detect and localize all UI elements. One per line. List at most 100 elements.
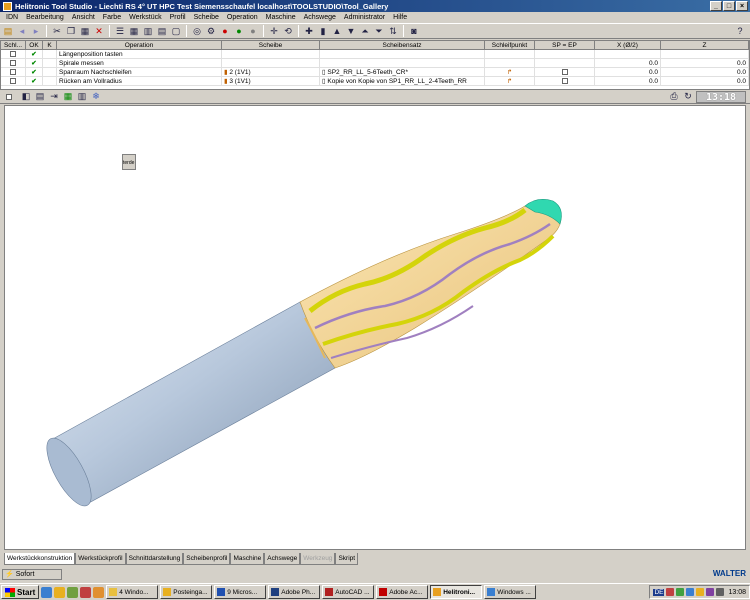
view-color-icon[interactable]: ▦ [62, 91, 74, 103]
table-row[interactable]: ✔ Längenposition tasten [1, 50, 749, 59]
help-icon[interactable]: ? [734, 25, 746, 37]
grind-point-icon[interactable]: ↱ [507, 78, 512, 85]
menu-ansicht[interactable]: Ansicht [68, 14, 99, 21]
row-checkbox[interactable] [10, 51, 16, 58]
view-table-icon[interactable]: ▥ [76, 91, 88, 103]
row-checkbox[interactable] [10, 78, 16, 85]
taskbar-item[interactable]: Posteinga... [160, 585, 213, 599]
menu-profil[interactable]: Profil [166, 14, 190, 21]
printer-icon[interactable]: ⎙ [668, 91, 680, 103]
taskbar-item[interactable]: 4 Windo... [106, 585, 159, 599]
paste-icon[interactable]: ▦ [79, 25, 91, 37]
back-icon[interactable]: ◂ [16, 25, 28, 37]
tray-icon[interactable] [706, 588, 715, 596]
axis-icon[interactable]: ✛ [268, 25, 280, 37]
sp-ep-checkbox[interactable] [561, 69, 568, 76]
play-icon[interactable]: ● [219, 25, 231, 37]
view-grind-icon[interactable]: ⇥ [48, 91, 60, 103]
tab-werkstueckkonstruktion[interactable]: Werkstückkonstruktion [4, 553, 76, 565]
taskbar-item[interactable]: 9 Micros... [214, 585, 267, 599]
quicklaunch-app-icon[interactable] [93, 586, 105, 598]
column-header[interactable]: Schleifpunkt [485, 41, 535, 50]
tray-icon[interactable] [676, 588, 685, 596]
taskbar-item[interactable]: Windows ... [484, 585, 537, 599]
stop-icon[interactable]: ● [247, 25, 259, 37]
sofort-dropdown[interactable]: ⚡ Sofort [2, 568, 62, 580]
copy-icon[interactable]: ❐ [65, 25, 77, 37]
tray-icon[interactable] [666, 588, 675, 596]
menu-werkstueck[interactable]: Werkstück [125, 14, 166, 21]
column-header[interactable]: Schl... [1, 41, 26, 50]
tray-icon[interactable] [696, 588, 705, 596]
column-header[interactable]: Operation [57, 41, 222, 50]
cut-icon[interactable]: ✂ [51, 25, 63, 37]
taskbar-item[interactable]: AutoCAD ... [322, 585, 375, 599]
tab-achswege[interactable]: Achswege [264, 553, 301, 565]
tab-werkstueckprofil[interactable]: Werkstückprofil [75, 553, 126, 565]
column-header[interactable]: Scheibe [222, 41, 320, 50]
quicklaunch-outlook-icon[interactable] [54, 586, 66, 598]
tray-icon[interactable] [686, 588, 695, 596]
table-icon[interactable]: ▤ [156, 25, 168, 37]
menu-administrator[interactable]: Administrator [340, 14, 389, 21]
quicklaunch-desktop-icon[interactable] [67, 586, 79, 598]
rotate-icon[interactable]: ⟲ [282, 25, 294, 37]
column-header[interactable]: Scheibensatz [320, 41, 485, 50]
view-profile-icon[interactable]: ◧ [20, 91, 32, 103]
view-checkbox[interactable] [6, 93, 12, 100]
menu-scheibe[interactable]: Scheibe [190, 14, 223, 21]
close-button[interactable]: × [736, 1, 748, 11]
volume-icon[interactable] [716, 588, 725, 596]
move-up-icon[interactable]: ▲ [331, 25, 343, 37]
column-header[interactable]: X (Ø/2) [595, 41, 661, 50]
maximize-button[interactable]: □ [723, 1, 735, 11]
table-row[interactable]: ✔ Spirale messen 0.0 0.0 [1, 59, 749, 68]
quicklaunch-ie-icon[interactable] [41, 586, 53, 598]
3d-viewport[interactable]: terde [4, 105, 746, 550]
camera-icon[interactable]: ◙ [408, 25, 420, 37]
start-button[interactable]: Start [1, 585, 40, 599]
minimize-button[interactable]: _ [710, 1, 722, 11]
taskbar-item-helitronic[interactable]: Helitroni... [430, 585, 483, 599]
menu-hilfe[interactable]: Hilfe [389, 14, 411, 21]
quicklaunch-media-icon[interactable] [80, 586, 92, 598]
tab-skript[interactable]: Skript [335, 553, 359, 565]
menu-farbe[interactable]: Farbe [99, 14, 125, 21]
refresh-icon[interactable]: ↻ [682, 91, 694, 103]
sp-ep-checkbox[interactable] [561, 78, 568, 85]
move-bottom-icon[interactable]: ⏷ [373, 25, 385, 37]
tab-schnittdarstellung[interactable]: Schnittdarstellung [125, 553, 184, 565]
view-snowflake-icon[interactable]: ❄ [90, 91, 102, 103]
tool-icon[interactable]: ⚙ [205, 25, 217, 37]
move-down-icon[interactable]: ▼ [345, 25, 357, 37]
column-header[interactable]: Z [661, 41, 749, 50]
menu-idn[interactable]: IDN [2, 14, 22, 21]
sort-icon[interactable]: ⇅ [387, 25, 399, 37]
list-icon[interactable]: ☰ [114, 25, 126, 37]
row-checkbox[interactable] [10, 69, 16, 76]
table-row[interactable]: ✔ Rücken am Vollradius ▮ 3 (1V1) ▯ Kopie… [1, 77, 749, 86]
tab-scheibenprofil[interactable]: Scheibenprofil [183, 553, 231, 565]
delete-icon[interactable]: ✕ [93, 25, 105, 37]
window-icon[interactable]: ▢ [170, 25, 182, 37]
language-indicator[interactable]: DE [653, 588, 665, 596]
menu-achswege[interactable]: Achswege [300, 14, 340, 21]
menu-operation[interactable]: Operation [223, 14, 262, 21]
move-top-icon[interactable]: ⏶ [359, 25, 371, 37]
taskbar-item[interactable]: Adobe Ac... [376, 585, 429, 599]
tab-maschine[interactable]: Maschine [230, 553, 265, 565]
column-header[interactable]: OK [26, 41, 43, 50]
add-icon[interactable]: ✚ [303, 25, 315, 37]
view-calc-icon[interactable]: ▤ [34, 91, 46, 103]
grind-point-icon[interactable]: ↱ [507, 69, 512, 76]
simulate-icon[interactable]: ● [233, 25, 245, 37]
tab-werkzeug[interactable]: Werkzeug [300, 553, 336, 565]
open-icon[interactable]: ▤ [2, 25, 14, 37]
column-header[interactable]: K [43, 41, 57, 50]
wheel-icon[interactable]: ◎ [191, 25, 203, 37]
row-checkbox[interactable] [10, 60, 16, 67]
forward-icon[interactable]: ▸ [30, 25, 42, 37]
menu-maschine[interactable]: Maschine [262, 14, 300, 21]
menu-bearbeitung[interactable]: Bearbeitung [22, 14, 68, 21]
column-header[interactable]: SP = EP [535, 41, 595, 50]
